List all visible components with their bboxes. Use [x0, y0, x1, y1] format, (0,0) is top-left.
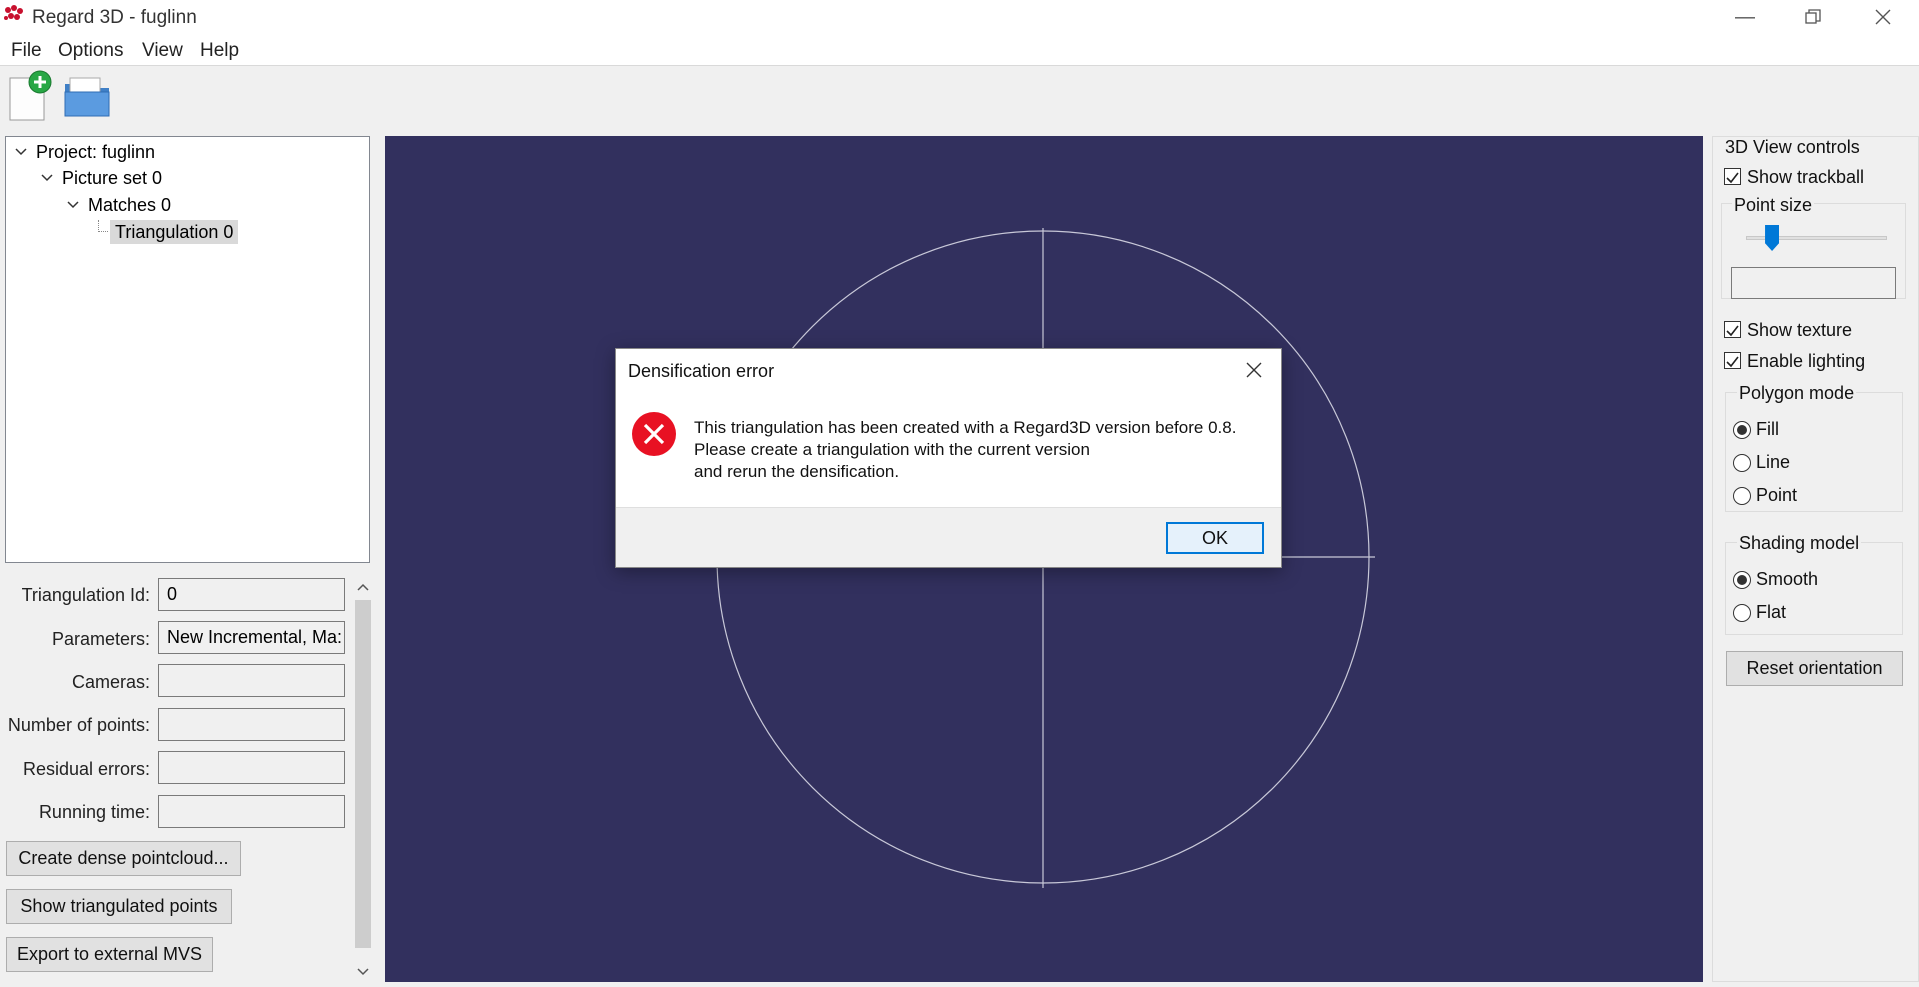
dialog-footer: OK: [616, 507, 1281, 567]
smooth-label: Smooth: [1756, 569, 1819, 589]
scroll-up-icon[interactable]: [357, 582, 369, 592]
fill-radio[interactable]: [1733, 421, 1751, 439]
reset-orientation-button[interactable]: Reset orientation: [1726, 651, 1903, 686]
parameters-label: Parameters:: [51, 629, 150, 649]
close-window-button[interactable]: [1854, 0, 1912, 34]
show-triangulated-points-button[interactable]: Show triangulated points: [6, 889, 232, 924]
tree-label-matches: Matches 0: [88, 195, 172, 215]
dialog-close-button[interactable]: [1236, 355, 1272, 385]
tree-label-project: Project: fuglinn: [36, 142, 156, 162]
scroll-down-icon[interactable]: [357, 967, 369, 977]
running-time-field[interactable]: [158, 795, 345, 828]
app-logo-icon: [4, 5, 23, 20]
number-of-points-field[interactable]: [158, 708, 345, 741]
fill-label: Fill: [1756, 419, 1779, 439]
menu-view[interactable]: View: [142, 40, 183, 62]
cameras-field[interactable]: [158, 664, 345, 697]
tree-label-picture-set: Picture set 0: [62, 168, 163, 188]
line-radio[interactable]: [1733, 454, 1751, 472]
chevron-down-icon: [67, 201, 79, 209]
smooth-radio[interactable]: [1733, 571, 1751, 589]
residual-errors-label: Residual errors:: [22, 759, 150, 779]
open-project-button[interactable]: [62, 70, 112, 122]
create-dense-pointcloud-button[interactable]: Create dense pointcloud...: [6, 841, 241, 876]
show-texture-checkbox[interactable]: [1724, 321, 1741, 338]
minimize-icon: —: [1735, 5, 1755, 28]
tree-connector: [98, 220, 108, 232]
menu-options[interactable]: Options: [58, 40, 123, 62]
running-time-label: Running time:: [38, 802, 150, 822]
point-size-label: Point size: [1732, 195, 1815, 216]
restore-button[interactable]: [1784, 0, 1842, 34]
show-trackball-label: Show trackball: [1747, 167, 1865, 187]
point-size-value-field[interactable]: [1731, 267, 1896, 299]
menu-file[interactable]: File: [11, 40, 42, 62]
close-icon: [1875, 9, 1891, 25]
menu-bar: File Options View Help: [0, 36, 1919, 66]
restore-icon: [1805, 9, 1821, 24]
window-title: Regard 3D - fuglinn: [32, 7, 197, 28]
flat-label: Flat: [1756, 602, 1787, 622]
check-icon: [1726, 172, 1739, 184]
tree-label-triangulation: Triangulation 0: [110, 220, 239, 244]
dialog-message-line1: This triangulation has been created with…: [694, 418, 1237, 437]
view-controls-panel: 3D View controls Show trackball Point si…: [1712, 136, 1919, 982]
check-icon: [1726, 325, 1739, 337]
cameras-label: Cameras:: [71, 672, 150, 692]
dialog-message-line2: Please create a triangulation with the c…: [694, 440, 1090, 459]
minimize-button[interactable]: —: [1716, 0, 1774, 34]
line-label: Line: [1756, 452, 1791, 472]
close-icon: [1246, 362, 1262, 378]
view-controls-title: 3D View controls: [1725, 137, 1860, 157]
new-project-button[interactable]: [6, 70, 56, 122]
show-texture-label: Show texture: [1747, 320, 1853, 340]
polygon-mode-label: Polygon mode: [1737, 383, 1857, 404]
chevron-down-icon: [41, 174, 53, 182]
parameters-field[interactable]: New Incremental, Ma:: [158, 621, 345, 654]
project-tree[interactable]: Project: fuglinn Picture set 0 Matches 0…: [5, 136, 370, 563]
ok-button[interactable]: OK: [1166, 522, 1264, 554]
flat-radio[interactable]: [1733, 604, 1751, 622]
show-trackball-checkbox[interactable]: [1724, 168, 1741, 185]
dialog-message: This triangulation has been created with…: [694, 417, 1236, 483]
scroll-thumb[interactable]: [355, 600, 371, 948]
triangulation-id-field[interactable]: 0: [158, 578, 345, 611]
residual-errors-field[interactable]: [158, 751, 345, 784]
densification-error-dialog: Densification error This triangulation h…: [615, 348, 1282, 568]
folder-icon: [64, 77, 110, 117]
title-bar: Regard 3D - fuglinn —: [0, 0, 1919, 36]
shading-model-label: Shading model: [1737, 533, 1862, 554]
dialog-message-line3: and rerun the densification.: [694, 462, 900, 481]
enable-lighting-label: Enable lighting: [1747, 351, 1866, 371]
properties-scrollbar[interactable]: [352, 576, 374, 986]
toolbar: [0, 66, 1919, 128]
menu-help[interactable]: Help: [200, 40, 239, 62]
export-external-mvs-button[interactable]: Export to external MVS: [6, 937, 213, 972]
error-icon: [632, 412, 676, 456]
properties-panel: Triangulation Id: 0 Parameters: New Incr…: [0, 568, 376, 987]
number-of-points-label: Number of points:: [7, 715, 150, 735]
triangulation-id-label: Triangulation Id:: [21, 585, 150, 605]
check-icon: [1726, 356, 1739, 368]
point-radio[interactable]: [1733, 487, 1751, 505]
polygon-mode-group: [1725, 392, 1903, 512]
dialog-title: Densification error: [628, 361, 775, 381]
new-document-icon: [9, 70, 52, 121]
enable-lighting-checkbox[interactable]: [1724, 352, 1741, 369]
chevron-down-icon: [15, 148, 27, 156]
point-label: Point: [1756, 485, 1798, 505]
